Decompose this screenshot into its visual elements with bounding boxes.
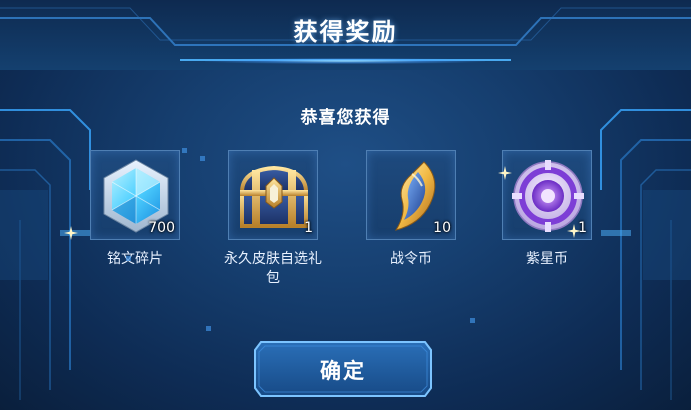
confirm-button[interactable]: 确定 (253, 340, 433, 398)
reward-dialog: 获得奖励 恭喜您获得 700 铭文碎片 1 永久皮肤自选礼包 10 战令币 1 … (0, 0, 691, 410)
reward-item-battle-pass-coin[interactable]: 10 战令币 (356, 150, 466, 269)
dialog-title: 获得奖励 (293, 18, 398, 46)
congrats-subtitle: 恭喜您获得 (300, 108, 391, 128)
glow-dot-decoration (470, 318, 475, 323)
reward-name: 永久皮肤自选礼包 (224, 251, 322, 286)
confirm-button-label: 确定 (320, 359, 366, 383)
reward-list: 700 铭文碎片 1 永久皮肤自选礼包 10 战令币 1 紫星币 (0, 150, 691, 300)
reward-quantity: 700 (148, 220, 175, 236)
reward-name: 战令币 (390, 251, 432, 267)
reward-item-inscription-shard[interactable]: 700 铭文碎片 (80, 150, 190, 269)
treasure-chest-icon (239, 165, 309, 228)
reward-quantity: 1 (304, 220, 313, 236)
reward-icon-frame: 1 (228, 150, 318, 240)
reward-name: 铭文碎片 (107, 251, 163, 267)
reward-name: 紫星币 (526, 251, 568, 267)
title-glow-line (205, 58, 485, 64)
reward-icon-frame: 700 (90, 150, 180, 240)
sparkle-decoration (498, 166, 512, 180)
glow-dot-decoration (126, 256, 131, 261)
reward-quantity: 10 (433, 220, 451, 236)
glow-dot-decoration (182, 148, 187, 153)
glow-dot-decoration (206, 326, 211, 331)
sparkle-decoration (567, 224, 581, 238)
sparkle-decoration (64, 226, 78, 240)
dialog-header: 获得奖励 (0, 0, 691, 70)
reward-item-skin-chest[interactable]: 1 永久皮肤自选礼包 (218, 150, 328, 288)
glow-dot-decoration (200, 156, 205, 161)
reward-icon-frame: 10 (366, 150, 456, 240)
